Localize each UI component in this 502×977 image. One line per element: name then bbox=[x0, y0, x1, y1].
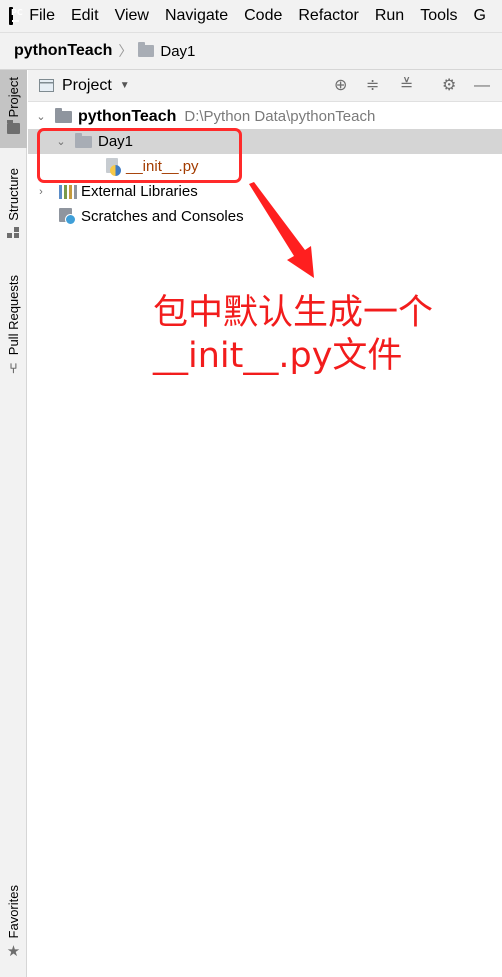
annotation-line-2: __init__.py文件 bbox=[153, 336, 403, 376]
breadcrumb-day1[interactable]: Day1 bbox=[160, 43, 195, 60]
project-folder-icon bbox=[7, 120, 20, 135]
tool-tab-favorites[interactable]: Favorites ★ bbox=[0, 885, 27, 965]
menu-refactor[interactable]: Refactor bbox=[298, 7, 358, 25]
tree-external-libraries-label: External Libraries bbox=[81, 183, 198, 200]
library-icon bbox=[59, 184, 77, 199]
minimize-icon[interactable]: — bbox=[474, 77, 490, 95]
menu-edit[interactable]: Edit bbox=[71, 7, 99, 25]
menu-file[interactable]: File bbox=[29, 7, 55, 25]
chevron-down-icon[interactable]: ⌄ bbox=[35, 110, 47, 123]
menu-view[interactable]: View bbox=[115, 7, 149, 25]
tree-scratches-label: Scratches and Consoles bbox=[81, 208, 244, 225]
annotation-arrow-icon bbox=[249, 182, 314, 278]
menu-run[interactable]: Run bbox=[375, 7, 404, 25]
breadcrumb-separator: 〉 bbox=[118, 43, 133, 59]
locate-icon[interactable]: ⊕ bbox=[334, 77, 347, 95]
highlight-box bbox=[37, 128, 242, 183]
tree-row-root[interactable]: ⌄ pythonTeach D:\Python Data\pythonTeach bbox=[28, 104, 502, 129]
chevron-down-icon[interactable]: ▼ bbox=[120, 80, 130, 91]
tree-root-name: pythonTeach bbox=[78, 107, 177, 125]
tree-root-path: D:\Python Data\pythonTeach bbox=[184, 108, 376, 125]
menu-git[interactable]: G bbox=[474, 7, 486, 25]
collapse-all-icon[interactable]: ≚ bbox=[400, 77, 413, 95]
menu-navigate[interactable]: Navigate bbox=[165, 7, 228, 25]
pull-request-icon: ⑂ bbox=[9, 360, 18, 377]
annotation-text: 包中默认生成一个 __init__.py文件 bbox=[153, 292, 453, 378]
star-icon: ★ bbox=[6, 943, 21, 961]
breadcrumb: pythonTeach 〉 Day1 bbox=[0, 32, 502, 70]
annotation-line-1: 包中默认生成一个 bbox=[153, 293, 434, 333]
folder-icon bbox=[55, 107, 72, 123]
tool-tab-pull-requests-label: Pull Requests bbox=[6, 275, 21, 356]
tool-tab-structure-label: Structure bbox=[6, 168, 21, 221]
scratches-icon bbox=[59, 207, 77, 226]
pycharm-logo-icon: PC bbox=[6, 5, 31, 27]
project-view-icon bbox=[39, 79, 54, 92]
tool-tab-structure[interactable]: Structure bbox=[0, 168, 27, 252]
tool-tab-pull-requests[interactable]: Pull Requests ⑂ bbox=[0, 275, 27, 385]
folder-icon bbox=[138, 42, 155, 57]
structure-icon bbox=[7, 226, 20, 238]
tool-tab-project[interactable]: Project bbox=[0, 70, 27, 148]
project-panel-header: Project ▼ ⊕ ≑ ≚ ⚙ — bbox=[28, 70, 502, 102]
left-tool-strip: Project Structure Pull Requests ⑂ Favori… bbox=[0, 70, 27, 977]
menu-code[interactable]: Code bbox=[244, 7, 282, 25]
menu-bar: PC File Edit View Navigate Code Refactor… bbox=[0, 0, 502, 32]
panel-title[interactable]: Project bbox=[62, 77, 112, 95]
breadcrumb-project[interactable]: pythonTeach bbox=[14, 42, 112, 60]
gear-icon[interactable]: ⚙ bbox=[442, 77, 456, 95]
tool-tab-project-label: Project bbox=[6, 77, 21, 118]
chevron-right-icon[interactable]: › bbox=[35, 186, 47, 198]
tool-tab-favorites-label: Favorites bbox=[6, 885, 21, 939]
menu-tools[interactable]: Tools bbox=[420, 7, 457, 25]
expand-all-icon[interactable]: ≑ bbox=[366, 77, 379, 95]
